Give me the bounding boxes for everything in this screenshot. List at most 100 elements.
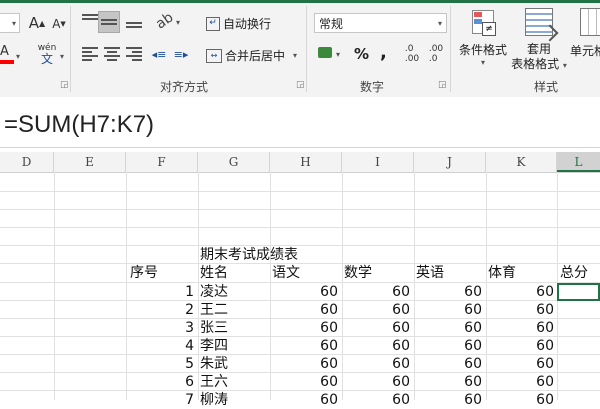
cell-no[interactable]: 6 [126, 373, 194, 391]
middle-align-button[interactable] [98, 11, 120, 33]
phonetic-dropdown-icon[interactable]: ▾ [60, 52, 64, 61]
column-header-k[interactable]: K [486, 152, 557, 172]
number-format-dropdown-icon[interactable]: ▾ [438, 14, 442, 34]
cell-no[interactable]: 1 [126, 283, 194, 301]
orientation-icon[interactable]: ab [153, 9, 176, 32]
cell-pe[interactable]: 60 [486, 373, 554, 391]
cell-pe[interactable]: 60 [486, 355, 554, 373]
cell-english[interactable]: 60 [414, 355, 482, 373]
cell-pe[interactable]: 60 [486, 319, 554, 337]
cell-chinese[interactable]: 60 [270, 337, 338, 355]
column-header-e[interactable]: E [54, 152, 126, 172]
column-header-h[interactable]: H [270, 152, 342, 172]
header-cell-no[interactable]: 序号 [130, 264, 158, 282]
cell-pe[interactable]: 60 [486, 301, 554, 319]
cell-no[interactable]: 4 [126, 337, 194, 355]
font-dialog-launcher-icon[interactable]: ◲ [60, 80, 69, 90]
header-cell-english[interactable]: 英语 [416, 264, 444, 282]
cell-english[interactable]: 60 [414, 301, 482, 319]
align-left-icon[interactable] [82, 47, 98, 61]
sheet-title-cell[interactable]: 期末考试成绩表 [200, 246, 298, 264]
column-header-l[interactable]: L [557, 152, 600, 172]
column-header-i[interactable]: I [342, 152, 414, 172]
header-cell-total[interactable]: 总分 [560, 264, 588, 282]
cell-name[interactable]: 李四 [200, 337, 228, 355]
format-as-table-button[interactable]: 套用 表格格式 ▾ [510, 8, 568, 72]
align-center-icon[interactable] [104, 47, 120, 61]
cell-chinese[interactable]: 60 [270, 391, 338, 409]
align-right-icon[interactable] [126, 47, 142, 61]
format-as-table-label-2-wrap: 表格格式 ▾ [511, 57, 567, 71]
cell-pe[interactable]: 60 [486, 337, 554, 355]
percent-style-button[interactable]: % [354, 45, 369, 63]
font-size-combo[interactable]: ▾ [0, 13, 20, 33]
column-header-f[interactable]: F [126, 152, 198, 172]
cell-english[interactable]: 60 [414, 319, 482, 337]
cell-math[interactable]: 60 [342, 391, 410, 409]
increase-indent-icon[interactable]: ≡▸ [172, 45, 190, 63]
cell-name[interactable]: 朱武 [200, 355, 228, 373]
bottom-align-icon[interactable] [126, 14, 142, 28]
cell-no[interactable]: 7 [126, 391, 194, 409]
group-separator [450, 6, 451, 92]
cell-math[interactable]: 60 [342, 373, 410, 391]
cell-english[interactable]: 60 [414, 391, 482, 409]
cell-math[interactable]: 60 [342, 319, 410, 337]
font-color-dropdown-icon[interactable]: ▾ [16, 52, 20, 61]
cell-math[interactable]: 60 [342, 355, 410, 373]
top-align-icon[interactable] [82, 14, 98, 28]
cell-name[interactable]: 凌达 [200, 283, 228, 301]
cell-english[interactable]: 60 [414, 337, 482, 355]
cell-name[interactable]: 王六 [200, 373, 228, 391]
cell-math[interactable]: 60 [342, 283, 410, 301]
cell-no[interactable]: 2 [126, 301, 194, 319]
cell-math[interactable]: 60 [342, 337, 410, 355]
cell-name[interactable]: 张三 [200, 319, 228, 337]
number-format-combo[interactable]: 常规 ▾ [314, 13, 447, 33]
cell-pe[interactable]: 60 [486, 283, 554, 301]
conditional-formatting-icon: ≠ [470, 8, 496, 36]
cell-chinese[interactable]: 60 [270, 319, 338, 337]
cell-styles-button[interactable]: 单元格 [570, 8, 600, 72]
cell-chinese[interactable]: 60 [270, 355, 338, 373]
group-separator [306, 6, 307, 92]
cell-pe[interactable]: 60 [486, 391, 554, 409]
orientation-dropdown-icon[interactable]: ▾ [176, 18, 180, 27]
formula-input[interactable]: =SUM(H7:K7) [4, 111, 154, 139]
increase-font-size-button[interactable]: A ▲ [28, 14, 46, 32]
conditional-formatting-label: 条件格式 [458, 43, 507, 57]
column-header-j[interactable]: J [414, 152, 486, 172]
cell-english[interactable]: 60 [414, 283, 482, 301]
column-header-g[interactable]: G [198, 152, 270, 172]
header-cell-pe[interactable]: 体育 [488, 264, 516, 282]
header-cell-math[interactable]: 数学 [344, 264, 372, 282]
cell-no[interactable]: 5 [126, 355, 194, 373]
phonetic-guide-button[interactable]: wén 文 [36, 44, 58, 66]
decrease-font-size-button[interactable]: A ▼ [50, 16, 68, 32]
accounting-format-icon[interactable] [318, 47, 332, 58]
cell-no[interactable]: 3 [126, 319, 194, 337]
accounting-dropdown-icon[interactable]: ▾ [336, 50, 340, 59]
comma-style-button[interactable]: , [380, 42, 387, 63]
number-dialog-launcher-icon[interactable]: ◲ [438, 80, 447, 90]
cell-chinese[interactable]: 60 [270, 301, 338, 319]
font-color-button[interactable]: A [0, 44, 14, 66]
cell-chinese[interactable]: 60 [270, 283, 338, 301]
conditional-formatting-button[interactable]: ≠ 条件格式 ▾ [456, 8, 510, 72]
decrease-indent-icon[interactable]: ◂≡ [150, 45, 168, 63]
header-cell-name[interactable]: 姓名 [200, 264, 228, 282]
merge-center-button[interactable]: ↔ 合并后居中 ▾ [206, 47, 297, 64]
increase-decimal-icon[interactable]: .0.00 [402, 44, 422, 64]
cell-chinese[interactable]: 60 [270, 373, 338, 391]
merge-dropdown-icon[interactable]: ▾ [293, 51, 297, 60]
cell-name[interactable]: 柳涛 [200, 391, 228, 409]
alignment-dialog-launcher-icon[interactable]: ◲ [296, 80, 305, 90]
active-cell-selection[interactable] [557, 283, 600, 301]
column-header-d[interactable]: D [0, 152, 54, 172]
cell-math[interactable]: 60 [342, 301, 410, 319]
cell-english[interactable]: 60 [414, 373, 482, 391]
cell-name[interactable]: 王二 [200, 301, 228, 319]
header-cell-chinese[interactable]: 语文 [272, 264, 300, 282]
wrap-text-button[interactable]: ↵ 自动换行 [206, 15, 271, 32]
decrease-decimal-icon[interactable]: .00.0 [426, 44, 446, 64]
